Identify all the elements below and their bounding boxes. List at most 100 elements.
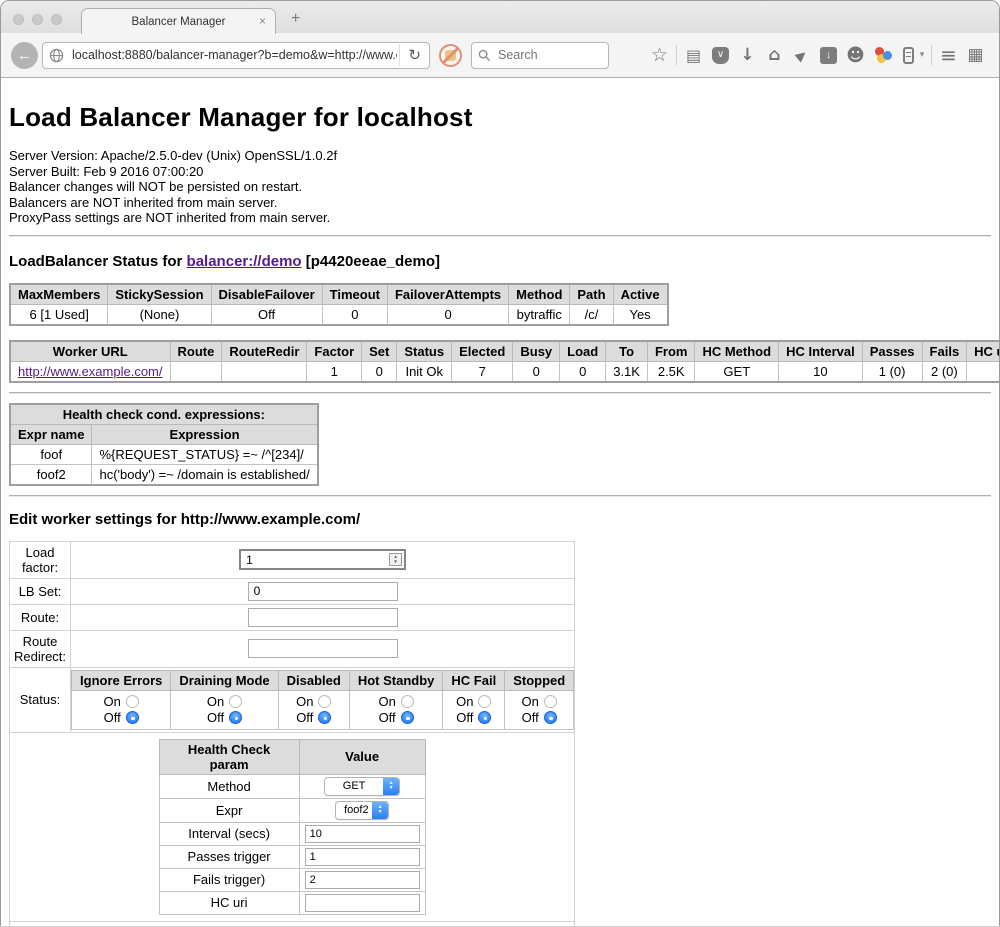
select-arrows-icon [372,802,388,819]
form-row-load-factor: Load factor: [10,541,575,578]
search-bar[interactable] [471,42,609,69]
draining-mode-off-radio[interactable] [229,711,242,724]
hc-row-fails: Fails trigger) [159,868,425,891]
disabled-on-radio[interactable] [318,695,331,708]
route-redirect-label: Route Redirect: [10,630,71,667]
col-failoverattempts: FailoverAttempts [387,284,508,305]
toolbar-icons: ☆ ▤ ∨ ↓ ⌂ ▶ ↓ ☻ ▾ ≡ ▦ [646,43,989,67]
draining-mode-on-radio[interactable] [229,695,242,708]
window-minimize-button[interactable] [32,14,43,25]
table-title-row: Health check cond. expressions: [10,404,318,425]
hc-row-interval: Interval (secs) [159,822,425,845]
proxypass-notice: ProxyPass settings are NOT inherited fro… [9,210,991,226]
col-method: Method [509,284,570,305]
route-redirect-input[interactable] [248,639,398,658]
browser-window: Balancer Manager × + ← ↻ ☆ [0,0,1000,927]
hc-fail-off-radio[interactable] [478,711,491,724]
load-factor-stepper[interactable] [239,549,406,570]
adblock-disabled-icon[interactable] [439,44,462,67]
stepper-arrows-icon[interactable] [389,553,402,566]
fails-input[interactable] [305,871,420,889]
form-row-route: Route: [10,604,575,630]
tab-balancer-manager[interactable]: Balancer Manager × [81,8,276,34]
downloads-icon[interactable]: ↓ [734,45,761,65]
url-bar[interactable]: ↻ [42,42,430,69]
clipboard-icon[interactable]: ▤ [680,46,707,65]
col-timeout: Timeout [322,284,387,305]
status-label: Status: [10,667,71,732]
expr-row: foof %{REQUEST_STATUS} =~ /^[234]/ [10,444,318,464]
hot-standby-off-radio[interactable] [401,711,414,724]
hot-standby-on-radio[interactable] [401,695,414,708]
col-disablefailover: DisableFailover [211,284,322,305]
forum-smiley-icon[interactable]: ☻ [842,45,869,66]
horizontal-rule [9,392,991,394]
search-input[interactable] [496,47,602,63]
table-header-row: Expr name Expression [10,424,318,444]
hc-uri-input[interactable] [305,894,420,912]
stopped-on-radio[interactable] [544,695,557,708]
tab-close-icon[interactable]: × [259,14,266,28]
balancer-status-heading: LoadBalancer Status for balancer://demo … [9,253,991,270]
status-table: Ignore Errors Draining Mode Disabled Hot… [71,670,574,730]
worker-url-link[interactable]: http://www.example.com/ [18,364,163,379]
tab-groups-icon[interactable]: ▦ [962,45,989,65]
table-header-row: Worker URL Route RouteRedir Factor Set S… [10,341,1000,362]
ignore-errors-off-radio[interactable] [126,711,139,724]
send-tab-icon[interactable]: ▶ [786,41,816,70]
select-arrows-icon [383,778,399,795]
hc-fail-on-radio[interactable] [478,695,491,708]
hc-row-expr: Expr foof2 [159,798,425,822]
health-check-table: Health Check param Value Method GET Expr [159,739,426,915]
interval-input[interactable] [305,825,420,843]
toolbar-divider [931,45,932,65]
stopped-off-radio[interactable] [544,711,557,724]
toolbar-divider [676,45,677,65]
col-draining-mode: Draining Mode [171,670,278,690]
window-close-button[interactable] [13,14,24,25]
col-expr-name: Expr name [10,424,92,444]
reader-list-icon[interactable] [903,47,914,64]
search-icon [478,49,491,62]
tab-title: Balancer Manager [132,16,226,28]
balancer-link[interactable]: balancer://demo [187,253,302,270]
col-active: Active [613,284,668,305]
lb-set-input[interactable] [248,582,398,601]
load-factor-input[interactable] [239,549,406,570]
edit-worker-form: Load factor: LB Set: Route: Route Redire… [9,541,575,927]
window-zoom-button[interactable] [51,14,62,25]
disabled-off-radio[interactable] [318,711,331,724]
hc-header-row: Health Check param Value [159,739,425,774]
new-tab-button[interactable]: + [291,10,300,28]
url-input[interactable] [70,47,399,63]
form-row-submit: Submit [10,921,575,927]
expr-select[interactable]: foof2 [335,801,389,820]
reload-icon[interactable]: ↻ [399,44,425,66]
ignore-errors-on-radio[interactable] [126,695,139,708]
col-expression: Expression [92,424,318,444]
persist-notice: Balancer changes will NOT be persisted o… [9,179,991,195]
page-title: Load Balancer Manager for localhost [9,100,991,134]
pocket-icon[interactable]: ∨ [712,47,729,64]
menu-icon[interactable]: ≡ [935,43,962,67]
save-to-device-icon[interactable]: ↓ [820,47,837,64]
page-content: Load Balancer Manager for localhost Serv… [1,100,999,927]
bookmark-star-icon[interactable]: ☆ [646,44,673,66]
overflow-caret-icon[interactable]: ▾ [916,50,928,60]
col-value: Value [299,739,425,774]
worker-row: http://www.example.com/ 1 0 Init Ok 7 0 … [10,361,1000,382]
back-button[interactable]: ← [11,42,38,69]
method-select[interactable]: GET [324,777,400,796]
color-picker-icon[interactable] [874,46,892,64]
balancers-notice: Balancers are NOT inherited from main se… [9,195,991,211]
load-factor-label: Load factor: [10,541,71,578]
passes-input[interactable] [305,848,420,866]
server-version: Server Version: Apache/2.5.0-dev (Unix) … [9,148,991,164]
col-disabled: Disabled [278,670,349,690]
worker-table: Worker URL Route RouteRedir Factor Set S… [9,340,1000,383]
route-input[interactable] [248,608,398,627]
form-row-health-check: Health Check param Value Method GET Expr [10,732,575,921]
col-health-check-param: Health Check param [159,739,299,774]
col-hc-fail: HC Fail [443,670,505,690]
home-icon[interactable]: ⌂ [761,45,788,65]
